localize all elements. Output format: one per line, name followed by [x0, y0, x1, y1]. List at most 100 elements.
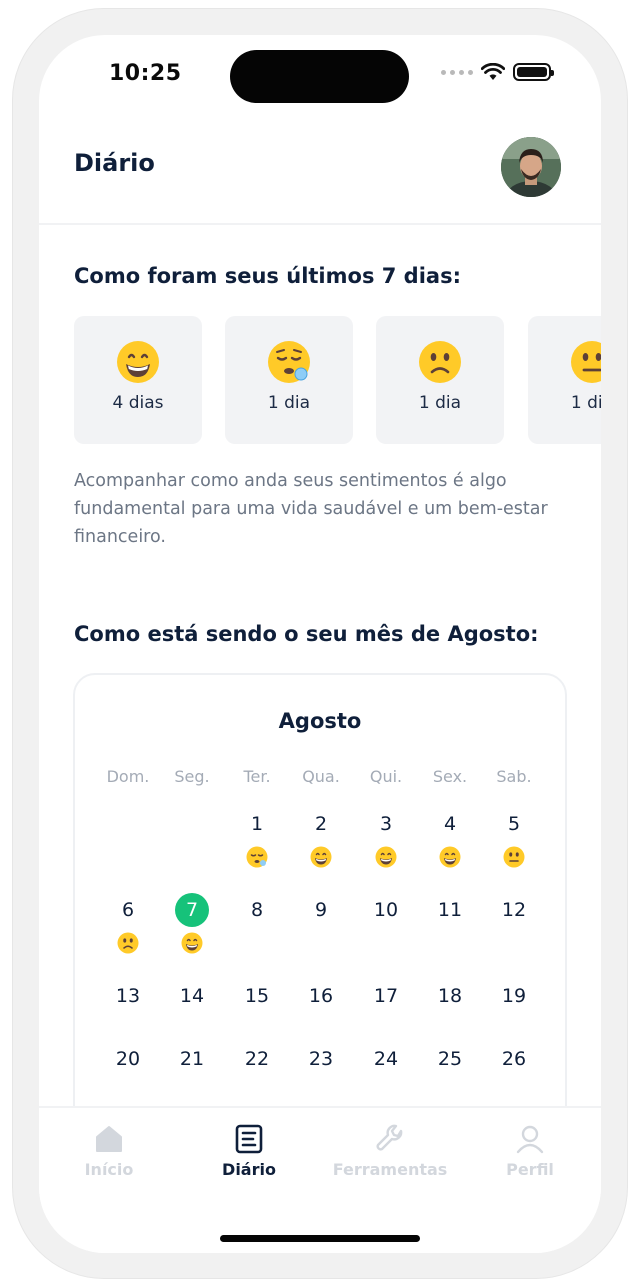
- calendar-day[interactable]: 25: [418, 1042, 482, 1076]
- user-icon: [516, 1125, 544, 1154]
- day-number: 8: [250, 899, 264, 921]
- grinning-face-icon: [439, 846, 461, 868]
- calendar-day[interactable]: 11: [418, 893, 482, 927]
- month-title: Como está sendo o seu mês de Agosto:: [74, 622, 539, 646]
- avatar-photo: [501, 137, 561, 197]
- weekday-label: Sex.: [432, 767, 468, 786]
- weekday-label: Qua.: [302, 767, 340, 786]
- mood-count: 4 dias: [112, 393, 164, 413]
- calendar-day[interactable]: 6: [96, 893, 160, 954]
- home-indicator: [220, 1235, 420, 1242]
- slightly-frowning-face-icon: [419, 341, 461, 383]
- calendar-day[interactable]: 17: [354, 979, 418, 1013]
- calendar-day[interactable]: 10: [354, 893, 418, 927]
- day-number: 7: [175, 893, 209, 927]
- day-number: 11: [437, 899, 463, 921]
- app-screen: 10:25 Diário Como foram seus últimos 7 d…: [39, 35, 601, 1253]
- mood-count: 1 dia: [267, 393, 311, 413]
- tab-perfil[interactable]: Perfil: [460, 1124, 600, 1179]
- day-number: 12: [501, 899, 527, 921]
- sleepy-face-icon: [246, 846, 268, 868]
- calendar-day[interactable]: 14: [160, 979, 224, 1013]
- grinning-face-icon: [181, 932, 203, 954]
- tab-label: Início: [84, 1160, 134, 1179]
- tab-inicio[interactable]: Início: [39, 1124, 179, 1179]
- weekday-label: Qui.: [369, 767, 403, 786]
- tab-diario[interactable]: Diário: [179, 1124, 319, 1179]
- neutral-face-icon: [503, 846, 525, 868]
- day-number: 18: [437, 985, 463, 1007]
- calendar-day[interactable]: 1: [225, 807, 289, 868]
- day-number: 20: [115, 1048, 141, 1070]
- tab-label: Diário: [222, 1160, 276, 1179]
- tab-label: Ferramentas: [332, 1160, 448, 1179]
- page-title: Diário: [74, 149, 155, 177]
- battery-icon: [513, 63, 554, 81]
- day-number: 22: [244, 1048, 270, 1070]
- slightly-frowning-face-icon: [117, 932, 139, 954]
- day-number: 14: [179, 985, 205, 1007]
- neutral-face-icon: [571, 341, 601, 383]
- wrench-icon: [376, 1124, 403, 1151]
- mood-card-sleepy[interactable]: 1 dia: [225, 316, 353, 444]
- calendar-day[interactable]: 22: [225, 1042, 289, 1076]
- grinning-face-icon: [310, 846, 332, 868]
- avatar[interactable]: [501, 137, 561, 197]
- calendar-day[interactable]: 20: [96, 1042, 160, 1076]
- day-number: 3: [379, 813, 393, 835]
- calendar-day[interactable]: 19: [482, 979, 546, 1013]
- weekday-label: Sab.: [496, 767, 532, 786]
- mood-card-neutral[interactable]: 1 dia: [528, 316, 601, 444]
- calendar-day[interactable]: 23: [289, 1042, 353, 1076]
- grinning-face-icon: [375, 846, 397, 868]
- calendar-month: Agosto: [278, 709, 362, 733]
- calendar-day[interactable]: 16: [289, 979, 353, 1013]
- calendar-day[interactable]: 26: [482, 1042, 546, 1076]
- day-number: 6: [121, 899, 135, 921]
- wifi-icon: [481, 63, 505, 80]
- home-icon: [96, 1126, 122, 1152]
- calendar-day[interactable]: 9: [289, 893, 353, 927]
- day-number: 25: [437, 1048, 463, 1070]
- calendar-day[interactable]: 24: [354, 1042, 418, 1076]
- status-indicators: [441, 63, 554, 81]
- mood-count: 1 dia: [570, 393, 601, 413]
- calendar-day[interactable]: 8: [225, 893, 289, 927]
- summary-description: Acompanhar como anda seus sentimentos é …: [74, 471, 548, 547]
- calendar-day[interactable]: 21: [160, 1042, 224, 1076]
- status-time: 10:25: [109, 61, 182, 86]
- weekday-label: Dom.: [106, 767, 150, 786]
- calendar-day[interactable]: 3: [354, 807, 418, 868]
- day-number: 4: [443, 813, 457, 835]
- day-number: 9: [314, 899, 328, 921]
- mood-card-sad[interactable]: 1 dia: [376, 316, 504, 444]
- mood-summary-carousel[interactable]: 4 dias 1 dia 1 dia 1 di: [74, 316, 601, 445]
- calendar-day[interactable]: 13: [96, 979, 160, 1013]
- tab-ferramentas[interactable]: Ferramentas: [320, 1124, 460, 1179]
- day-number: 2: [314, 813, 328, 835]
- summary-title: Como foram seus últimos 7 dias:: [74, 264, 461, 288]
- calendar-day[interactable]: 15: [225, 979, 289, 1013]
- day-number: 1: [250, 813, 264, 835]
- mood-card-happy[interactable]: 4 dias: [74, 316, 202, 444]
- day-number: 23: [308, 1048, 334, 1070]
- day-number: 19: [501, 985, 527, 1007]
- signal-icon: [441, 69, 473, 75]
- day-number: 17: [373, 985, 399, 1007]
- dynamic-island: [230, 50, 409, 103]
- calendar-day-selected[interactable]: 7: [160, 893, 224, 954]
- calendar-day[interactable]: 5: [482, 807, 546, 868]
- calendar-day[interactable]: 2: [289, 807, 353, 868]
- tab-label: Perfil: [506, 1160, 554, 1179]
- grinning-face-icon: [117, 341, 159, 383]
- calendar-day[interactable]: 18: [418, 979, 482, 1013]
- day-number: 10: [373, 899, 399, 921]
- day-number: 24: [373, 1048, 399, 1070]
- day-number: 26: [501, 1048, 527, 1070]
- page-header: Diário: [39, 131, 601, 225]
- sleepy-face-icon: [268, 341, 310, 383]
- calendar-day[interactable]: 4: [418, 807, 482, 868]
- weekday-label: Seg.: [174, 767, 210, 786]
- calendar-day[interactable]: 12: [482, 893, 546, 927]
- bottom-tab-bar: Início Diário Ferramentas Perfil: [39, 1106, 601, 1253]
